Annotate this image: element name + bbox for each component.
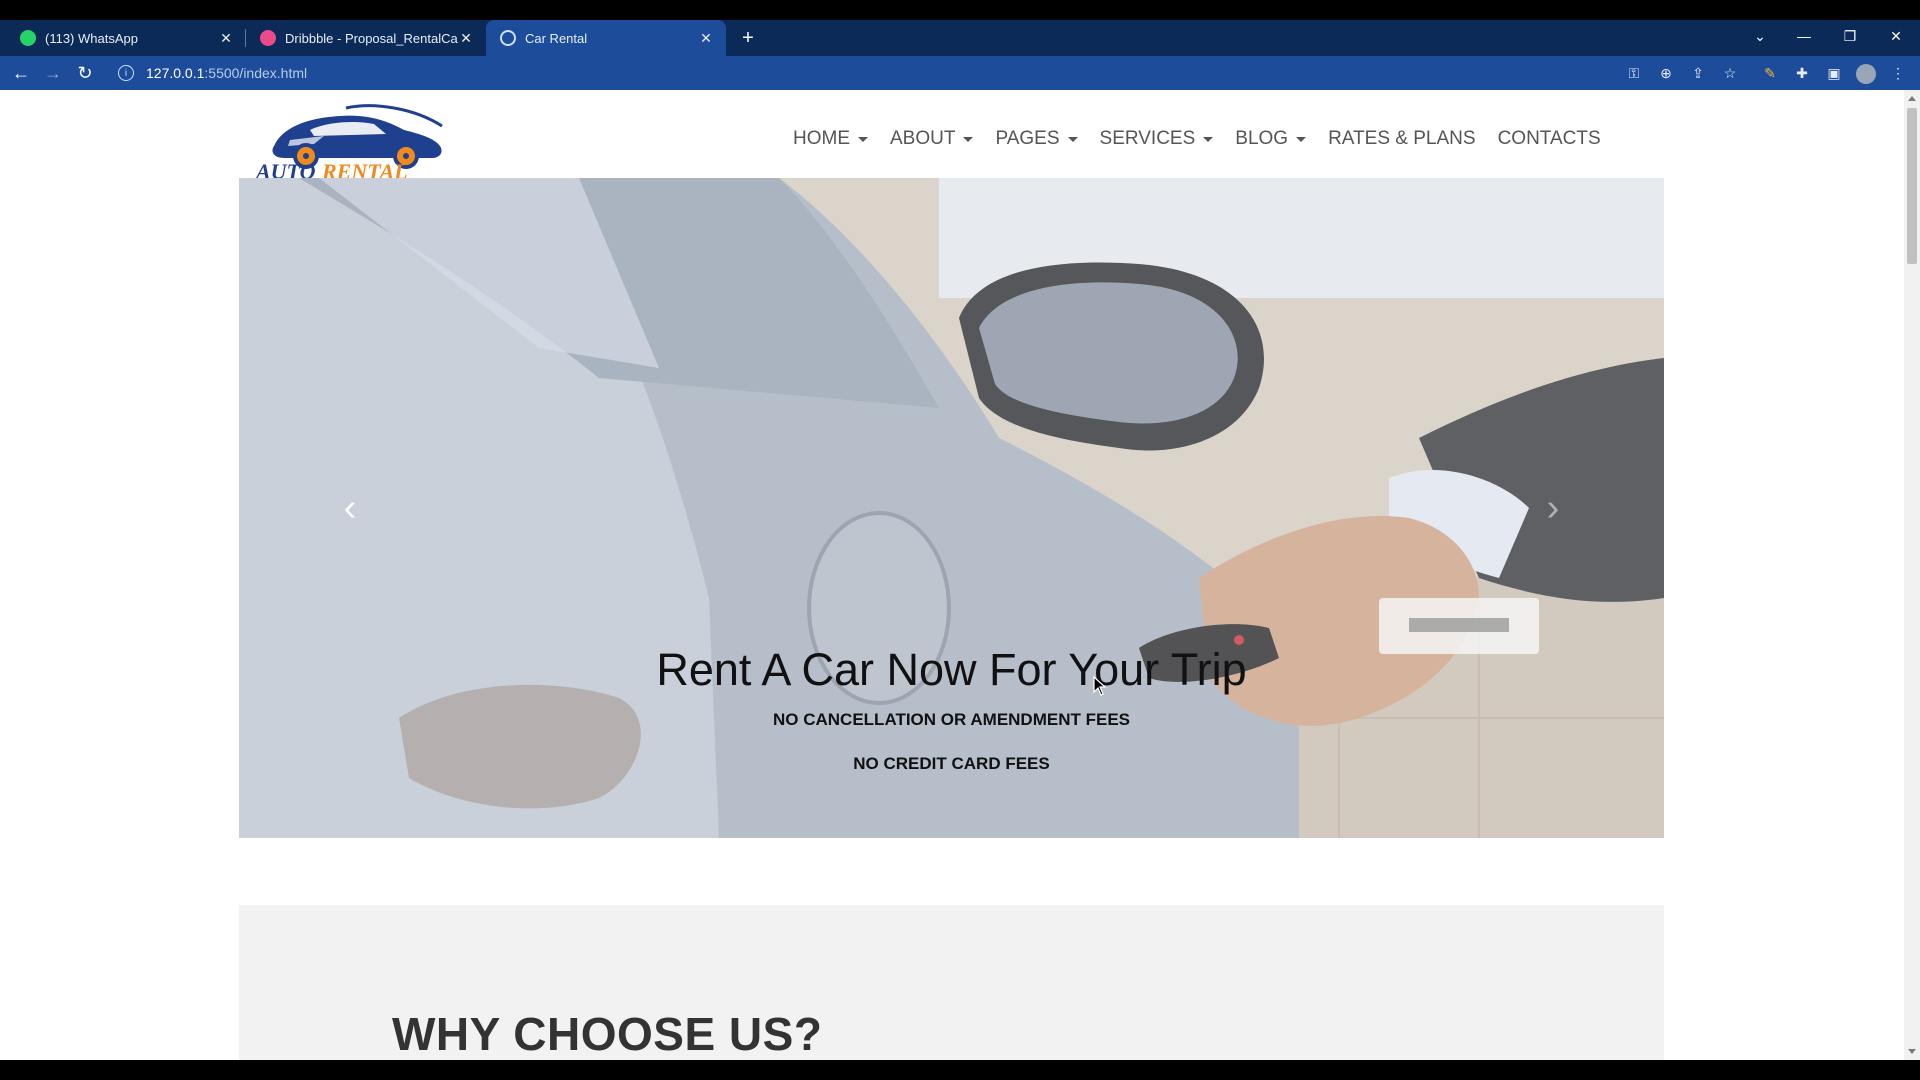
logo-text-auto: AUTO — [254, 159, 316, 180]
menu-label: RATES & PLANS — [1328, 128, 1476, 149]
url-path: :5500/index.html — [204, 65, 308, 81]
browser-window: (113) WhatsApp ✕ Dribbble - Proposal_Ren… — [0, 0, 1920, 1080]
reload-button[interactable]: ↻ — [70, 56, 100, 90]
zoom-icon[interactable]: ⊕ — [1652, 56, 1680, 90]
tab-title: (113) WhatsApp — [45, 30, 138, 46]
menu-label: CONTACTS — [1497, 128, 1601, 149]
menu-label: SERVICES — [1099, 128, 1196, 149]
new-tab-button[interactable]: + — [736, 20, 760, 56]
menu-label: ABOUT — [890, 128, 956, 149]
avatar[interactable] — [1852, 56, 1880, 90]
tab-dribbble[interactable]: Dribbble - Proposal_RentalCar.png ✕ — [246, 20, 486, 56]
scrollbar-thumb[interactable] — [1907, 108, 1917, 264]
menu-item-services[interactable]: SERVICES — [1100, 128, 1214, 150]
slider-next-button[interactable]: › — [1538, 488, 1568, 528]
menu-label: BLOG — [1235, 128, 1289, 149]
bookmark-star-icon[interactable]: ☆ — [1716, 56, 1744, 90]
tab-search-button[interactable]: ⌄ — [1738, 20, 1782, 52]
menu-item-pages[interactable]: PAGES — [995, 128, 1078, 150]
address-bar[interactable]: i 127.0.0.1:5500/index.html — [110, 60, 1630, 86]
taskbar-edge — [0, 1060, 1920, 1080]
url-host: 127.0.0.1 — [146, 65, 205, 81]
info-icon[interactable]: i — [118, 65, 134, 81]
hero-subtitle-1: NO CANCELLATION OR AMENDMENT FEES — [773, 710, 1130, 729]
menu-label: HOME — [793, 128, 850, 149]
caret-down-icon — [1296, 136, 1307, 142]
restore-button[interactable]: ❐ — [1828, 20, 1872, 52]
close-icon[interactable]: ✕ — [698, 30, 714, 47]
tab-car-rental[interactable]: Car Rental ✕ — [486, 20, 726, 56]
section-title: WHY CHOOSE US? — [392, 1008, 823, 1060]
hero-title: Rent A Car Now For Your Trip — [656, 644, 1247, 695]
scroll-down-icon[interactable] — [1908, 1049, 1916, 1054]
menu-label: PAGES — [995, 128, 1060, 149]
menu-item-about[interactable]: ABOUT — [890, 128, 974, 150]
main-menu: HOME ABOUT PAGES SERVICES BLOG RATES & P… — [793, 128, 1623, 150]
tab-title: Car Rental — [525, 30, 588, 46]
hero-overlay — [239, 178, 1664, 838]
minimize-button[interactable]: — — [1782, 20, 1826, 52]
close-icon[interactable]: ✕ — [458, 30, 474, 47]
mouse-cursor-icon — [1093, 676, 1107, 696]
logo-text-rental: RENTAL — [321, 159, 408, 180]
forward-button[interactable]: → — [38, 56, 68, 90]
hero-slider: ‹ › Rent A Car Now For Your Trip NO CANC… — [239, 178, 1664, 838]
menu-kebab-icon[interactable]: ⋮ — [1884, 56, 1912, 90]
close-window-button[interactable]: ✕ — [1874, 20, 1918, 52]
whatsapp-icon — [20, 30, 36, 46]
close-icon[interactable]: ✕ — [218, 30, 234, 47]
menu-item-home[interactable]: HOME — [793, 128, 868, 150]
caret-down-icon — [858, 136, 868, 142]
caret-down-icon — [963, 136, 974, 142]
side-panel-icon[interactable]: ▣ — [1820, 56, 1848, 90]
slider-prev-button[interactable]: ‹ — [335, 488, 365, 528]
why-choose-us-section: WHY CHOOSE US? — [239, 905, 1664, 1060]
menu-item-contacts[interactable]: CONTACTS — [1498, 128, 1601, 150]
menu-item-rates-plans[interactable]: RATES & PLANS — [1328, 128, 1475, 150]
caret-down-icon — [1067, 136, 1078, 142]
extensions-icon[interactable]: ✚ — [1788, 56, 1816, 90]
tab-whatsapp[interactable]: (113) WhatsApp ✕ — [0, 20, 246, 56]
dribbble-icon — [260, 30, 276, 46]
autorental-logo[interactable]: AUTO RENTAL — [254, 100, 458, 180]
tab-strip: (113) WhatsApp ✕ Dribbble - Proposal_Ren… — [0, 20, 1920, 56]
caret-down-icon — [1203, 136, 1214, 142]
globe-icon — [500, 30, 516, 46]
tab-title: Dribbble - Proposal_RentalCar.png — [285, 30, 458, 46]
url-text: 127.0.0.1:5500/index.html — [146, 65, 307, 81]
menu-item-blog[interactable]: BLOG — [1235, 128, 1307, 150]
pen-extension-icon[interactable]: ✎ — [1756, 56, 1784, 90]
scroll-up-icon[interactable] — [1908, 96, 1916, 101]
page-scrollbar[interactable] — [1904, 90, 1920, 1060]
hero-subtitle-2: NO CREDIT CARD FEES — [853, 754, 1050, 773]
page-viewport: AUTO RENTAL HOME ABOUT PAGES SERVICES BL… — [0, 90, 1904, 1060]
back-button[interactable]: ← — [6, 56, 36, 90]
key-icon[interactable]: ⚿ — [1620, 56, 1648, 90]
share-icon[interactable]: ⇪ — [1684, 56, 1712, 90]
